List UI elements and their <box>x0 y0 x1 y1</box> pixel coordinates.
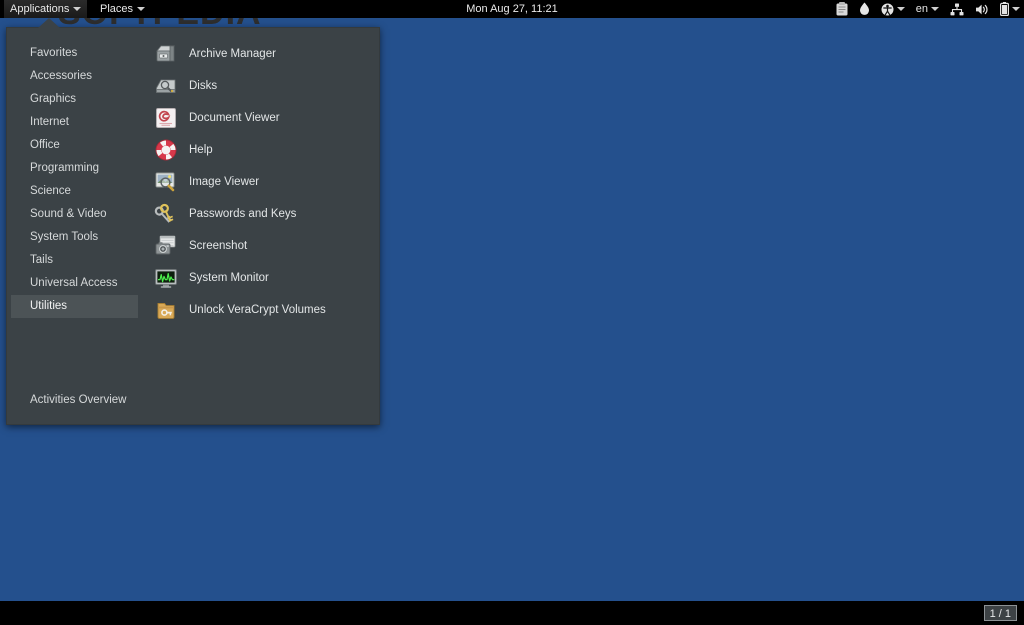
battery-icon[interactable] <box>1000 0 1020 18</box>
category-label: Programming <box>30 162 99 174</box>
category-label: Science <box>30 185 71 197</box>
app-item-help[interactable]: Help <box>138 134 379 166</box>
app-item-passwords-and-keys[interactable]: Passwords and Keys <box>138 198 379 230</box>
accessibility-glyph <box>881 3 894 16</box>
battery-glyph <box>1000 2 1009 16</box>
category-label: Tails <box>30 254 53 266</box>
category-list: Favorites Accessories Graphics Internet … <box>7 28 138 424</box>
category-item-programming[interactable]: Programming <box>7 157 138 180</box>
volume-icon[interactable] <box>975 0 989 18</box>
category-item-universal-access[interactable]: Universal Access <box>7 272 138 295</box>
applications-menu-popup: Favorites Accessories Graphics Internet … <box>6 27 380 425</box>
passwords-and-keys-icon <box>154 202 178 226</box>
category-item-science[interactable]: Science <box>7 180 138 203</box>
category-label: Favorites <box>30 47 77 59</box>
onion-circuits-icon[interactable] <box>859 0 870 18</box>
category-item-utilities[interactable]: Utilities <box>11 295 138 318</box>
category-item-tails[interactable]: Tails <box>7 249 138 272</box>
category-label: Utilities <box>30 300 67 312</box>
activities-overview-label: Activities Overview <box>30 394 127 406</box>
help-icon <box>154 138 178 162</box>
app-label: Document Viewer <box>189 112 280 124</box>
app-item-archive-manager[interactable]: Archive Manager <box>138 38 379 70</box>
app-label: Screenshot <box>189 240 247 252</box>
category-item-office[interactable]: Office <box>7 134 138 157</box>
app-item-document-viewer[interactable]: Document Viewer <box>138 102 379 134</box>
activities-overview-button[interactable]: Activities Overview <box>7 390 138 410</box>
app-item-unlock-veracrypt-volumes[interactable]: Unlock VeraCrypt Volumes <box>138 294 379 326</box>
app-label: Help <box>189 144 213 156</box>
app-label: Unlock VeraCrypt Volumes <box>189 304 326 316</box>
bottom-bar: 1 / 1 <box>0 601 1024 625</box>
network-icon[interactable] <box>950 0 964 18</box>
network-glyph <box>950 3 964 16</box>
screenshot-icon <box>154 234 178 258</box>
clipboard-glyph <box>836 2 848 16</box>
chevron-down-icon <box>1012 7 1020 11</box>
category-label: System Tools <box>30 231 98 243</box>
app-label: Image Viewer <box>189 176 259 188</box>
app-item-image-viewer[interactable]: Image Viewer <box>138 166 379 198</box>
category-label: Accessories <box>30 70 92 82</box>
category-label: Graphics <box>30 93 76 105</box>
system-monitor-icon <box>154 266 178 290</box>
archive-manager-icon <box>154 42 178 66</box>
image-viewer-icon <box>154 170 178 194</box>
category-item-accessories[interactable]: Accessories <box>7 65 138 88</box>
unlock-veracrypt-volumes-icon <box>154 298 178 322</box>
workspace-indicator[interactable]: 1 / 1 <box>984 605 1017 621</box>
category-label: Sound & Video <box>30 208 107 220</box>
chevron-down-icon <box>931 7 939 11</box>
app-item-disks[interactable]: Disks <box>138 70 379 102</box>
category-label: Internet <box>30 116 69 128</box>
app-label: System Monitor <box>189 272 269 284</box>
category-item-sound-and-video[interactable]: Sound & Video <box>7 203 138 226</box>
category-item-graphics[interactable]: Graphics <box>7 88 138 111</box>
app-item-system-monitor[interactable]: System Monitor <box>138 262 379 294</box>
chevron-down-icon <box>897 7 905 11</box>
category-label: Office <box>30 139 60 151</box>
document-viewer-icon <box>154 106 178 130</box>
category-label: Universal Access <box>30 277 118 289</box>
top-panel: Applications Places Mon Aug 27, 11:21 <box>0 0 1024 18</box>
volume-glyph <box>975 3 989 16</box>
app-label: Disks <box>189 80 217 92</box>
category-item-favorites[interactable]: Favorites <box>7 42 138 65</box>
disks-icon <box>154 74 178 98</box>
keyboard-layout-indicator[interactable]: en <box>916 0 939 18</box>
category-item-system-tools[interactable]: System Tools <box>7 226 138 249</box>
clipboard-icon[interactable] <box>836 0 848 18</box>
application-list: Archive Manager Disks <box>138 28 379 424</box>
system-tray: en <box>836 0 1020 18</box>
category-item-internet[interactable]: Internet <box>7 111 138 134</box>
menu-pointer-arrow <box>38 18 60 28</box>
accessibility-icon[interactable] <box>881 0 905 18</box>
water-drop-glyph <box>859 2 870 16</box>
app-label: Passwords and Keys <box>189 208 296 220</box>
app-item-screenshot[interactable]: Screenshot <box>138 230 379 262</box>
keyboard-layout-label: en <box>916 3 928 15</box>
app-label: Archive Manager <box>189 48 276 60</box>
